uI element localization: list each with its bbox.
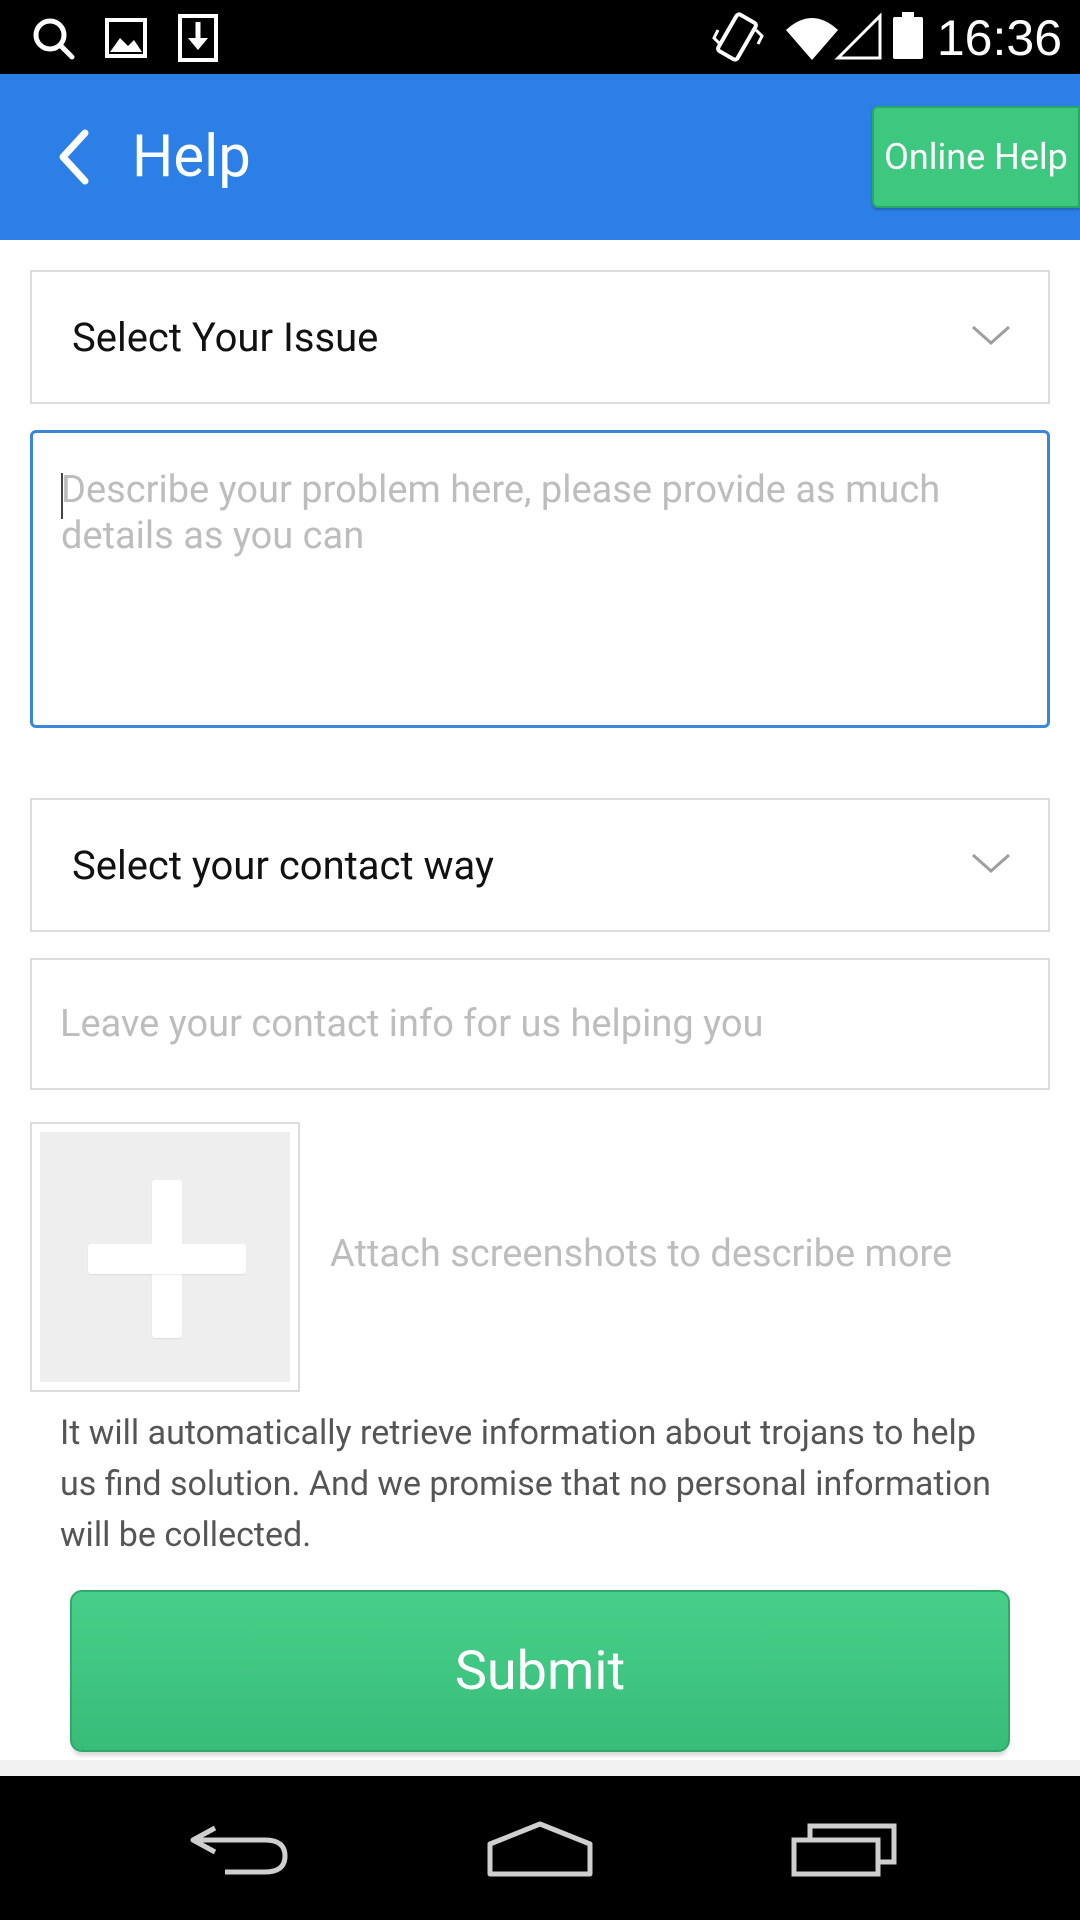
chevron-down-icon [972,853,1010,874]
home-icon [487,1821,593,1877]
contact-info-input[interactable]: Leave your contact info for us helping y… [30,958,1050,1090]
signal-icon [834,12,882,60]
back-button[interactable] [38,114,108,200]
nav-recent-apps-button[interactable] [775,1796,915,1900]
add-image-placeholder [40,1132,290,1382]
contact-placeholder: Leave your contact info for us helping y… [60,1002,764,1046]
back-icon [190,1825,288,1875]
image-icon [105,18,147,58]
battery-icon [893,12,923,59]
online-help-button[interactable]: Online Help [872,106,1080,208]
navigation-bar [0,1776,1080,1920]
contact-way-label: Select your contact way [72,841,494,889]
problem-description-input[interactable]: Describe your problem here, please provi… [30,430,1050,728]
problem-placeholder: Describe your problem here, please provi… [61,468,941,558]
recent-apps-icon [791,1823,897,1877]
page-title: Help [132,123,251,191]
nav-back-button[interactable] [170,1796,310,1900]
vibrate-icon [712,12,764,62]
clock: 16:36 [936,10,1062,66]
attach-screenshot-button[interactable] [30,1122,300,1392]
chevron-down-icon [972,325,1010,346]
status-bar: 16:36 [0,0,1080,74]
wifi-icon [786,18,838,60]
issue-select-label: Select Your Issue [72,313,379,361]
submit-button[interactable]: Submit [70,1590,1010,1752]
chevron-left-icon [59,129,89,185]
bottom-strip [0,1760,1080,1776]
issue-select[interactable]: Select Your Issue [30,270,1050,404]
contact-way-select[interactable]: Select your contact way [30,798,1050,932]
attach-label: Attach screenshots to describe more [330,1232,953,1276]
app-bar: Help Online Help [0,74,1080,240]
nav-home-button[interactable] [470,1796,610,1900]
search-icon [33,18,75,60]
privacy-notice: It will automatically retrieve informati… [60,1413,991,1555]
download-icon [178,14,218,62]
